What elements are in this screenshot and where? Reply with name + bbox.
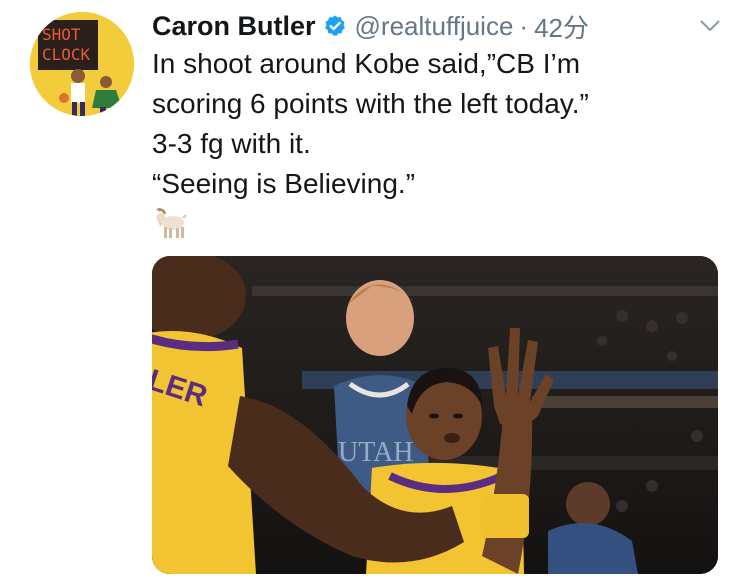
- shot-clock-illustration: SHOT CLOCK: [30, 12, 134, 116]
- avatar-text-clock: CLOCK: [42, 45, 91, 64]
- avatar[interactable]: SHOT CLOCK: [30, 12, 134, 116]
- jersey-text-utah: UTAH: [338, 437, 414, 468]
- tweet-text-line-2: scoring 6 points with the left today.”: [152, 88, 589, 119]
- author-name[interactable]: Caron Butler: [152, 11, 316, 42]
- chevron-down-icon[interactable]: [698, 16, 722, 36]
- tweet-timestamp[interactable]: 42分: [534, 8, 589, 45]
- avatar-text-shot: SHOT: [42, 25, 81, 44]
- tweet-text-line-1: In shoot around Kobe said,”CB I’m: [152, 48, 581, 79]
- tweet-text-line-4: “Seeing is Believing.”: [152, 168, 416, 199]
- tweet-header: Caron Butler @realtuffjuice · 42分: [152, 8, 589, 44]
- separator-dot: ·: [519, 10, 529, 41]
- goat-emoji-icon: [156, 208, 187, 238]
- author-handle[interactable]: @realtuffjuice: [355, 11, 514, 42]
- basketball-photo: UTAH LER: [152, 256, 718, 574]
- verified-badge-icon: [324, 15, 345, 36]
- tweet-photo[interactable]: UTAH LER: [152, 256, 718, 574]
- tweet-text-line-3: 3-3 fg with it.: [152, 128, 311, 159]
